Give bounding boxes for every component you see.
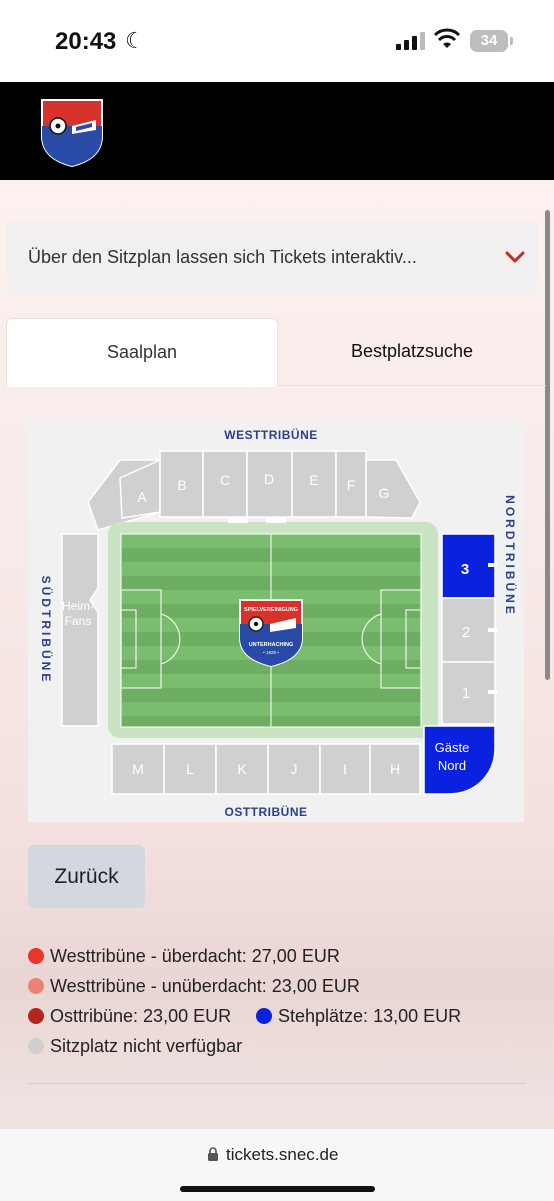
block-label-2: 2	[462, 624, 470, 641]
westtribuene-label: WESTTRIBÜNE	[224, 427, 318, 442]
west-block-g[interactable]	[365, 459, 421, 519]
legend-label: Sitzplatz nicht verfügbar	[50, 1036, 243, 1056]
block-label-e: E	[309, 472, 318, 488]
gaeste-label-1: Gäste	[435, 740, 470, 755]
block-label-h: H	[390, 761, 400, 777]
block-label-1: 1	[462, 685, 470, 702]
block-label-3: 3	[461, 561, 469, 578]
legend-dot-west-covered	[28, 948, 44, 964]
status-time: 20:43	[55, 28, 117, 55]
legend-dot-ost	[28, 1008, 44, 1024]
stadium-map: WESTTRIBÜNE A B C D E F G Heim- Fans SÜD…	[28, 420, 524, 822]
osttribuene-label: OSTTRIBÜNE	[225, 804, 308, 819]
legend-dot-stehplaetze	[256, 1008, 272, 1024]
tab-bestplatzsuche[interactable]: Bestplatzsuche	[278, 318, 546, 385]
info-dropdown[interactable]: Über den Sitzplan lassen sich Tickets in…	[6, 221, 538, 295]
wifi-icon	[434, 28, 460, 48]
info-text: Über den Sitzplan lassen sich Tickets in…	[28, 247, 417, 267]
scrollbar[interactable]	[545, 210, 550, 680]
divider	[28, 1083, 526, 1084]
block-label-m: M	[132, 761, 144, 777]
heim-label-2: Fans	[65, 614, 92, 628]
battery-tip	[510, 37, 513, 45]
browser-address-bar[interactable]: tickets.snec.de	[0, 1128, 554, 1201]
heim-label-1: Heim-	[62, 599, 94, 613]
club-logo[interactable]	[38, 96, 106, 168]
gaeste-label-2: Nord	[438, 758, 466, 773]
tab-active-mask	[7, 384, 275, 387]
svg-text:UNTERHACHING: UNTERHACHING	[249, 642, 294, 648]
back-button[interactable]: Zurück	[28, 845, 145, 908]
url-text[interactable]: tickets.snec.de	[226, 1145, 338, 1165]
block-label-j: J	[291, 761, 298, 777]
moon-icon: ☾	[125, 28, 145, 53]
legend-dot-west-uncovered	[28, 978, 44, 994]
legend-item: Westtribüne - unüberdacht: 23,00 EUR	[28, 976, 360, 997]
nordtribuene-label: NORDTRIBÜNE	[503, 495, 518, 617]
legend-label: Stehplätze: 13,00 EUR	[278, 1006, 462, 1026]
block-label-g: G	[379, 485, 390, 501]
legend-item: Westtribüne - überdacht: 27,00 EUR	[28, 946, 340, 967]
heim-fans-block[interactable]	[61, 533, 99, 727]
tab-saalplan[interactable]: Saalplan	[6, 318, 278, 386]
svg-text:• 1925 •: • 1925 •	[263, 650, 279, 655]
legend-item: Osttribüne: 23,00 EUR	[28, 1006, 231, 1027]
block-label-b: B	[177, 477, 186, 493]
block-label-f: F	[347, 477, 356, 493]
block-label-a: A	[137, 489, 147, 505]
block-label-k: K	[237, 761, 247, 777]
signal-icon	[396, 32, 425, 50]
battery-icon: 34	[470, 30, 508, 52]
legend-item: Stehplätze: 13,00 EUR	[256, 1006, 461, 1027]
suedtribuene-label: SÜDTRIBÜNE	[39, 576, 54, 685]
lock-icon	[208, 1147, 218, 1161]
chevron-down-icon[interactable]	[504, 249, 526, 265]
legend-dot-unavailable	[28, 1038, 44, 1054]
site-header	[0, 82, 554, 180]
block-label-i: I	[343, 761, 347, 777]
status-bar: 20:43 ☾ 34	[0, 0, 554, 82]
block-label-c: C	[220, 472, 230, 488]
block-label-l: L	[186, 761, 194, 777]
block-label-d: D	[264, 471, 274, 487]
home-indicator[interactable]	[180, 1186, 375, 1192]
legend-label: Osttribüne: 23,00 EUR	[50, 1006, 232, 1026]
center-club-logo: SPIELVEREINIGUNG UNTERHACHING • 1925 •	[239, 599, 303, 668]
legend-label: Westtribüne - unüberdacht: 23,00 EUR	[50, 976, 360, 996]
legend-label: Westtribüne - überdacht: 27,00 EUR	[50, 946, 340, 966]
legend-item: Sitzplatz nicht verfügbar	[28, 1036, 242, 1057]
svg-text:SPIELVEREINIGUNG: SPIELVEREINIGUNG	[244, 607, 298, 613]
